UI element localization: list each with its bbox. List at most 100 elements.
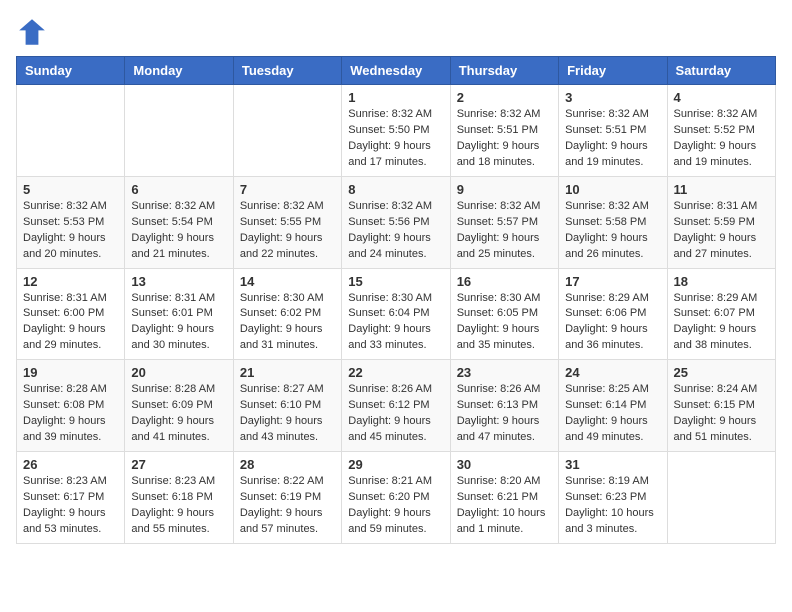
calendar-cell: 14Sunrise: 8:30 AM Sunset: 6:02 PM Dayli… bbox=[233, 268, 341, 360]
calendar-cell bbox=[17, 85, 125, 177]
day-number: 3 bbox=[565, 90, 660, 105]
day-number: 8 bbox=[348, 182, 443, 197]
day-number: 20 bbox=[131, 365, 226, 380]
day-number: 23 bbox=[457, 365, 552, 380]
day-info: Sunrise: 8:20 AM Sunset: 6:21 PM Dayligh… bbox=[457, 474, 552, 538]
calendar-cell: 7 Sunrise: 8:32 AM Sunset: 5:55 PM Daylig… bbox=[233, 176, 341, 268]
day-info: Sunrise: 8:27 AM Sunset: 6:10 PM Dayligh… bbox=[240, 382, 335, 446]
day-info: Sunrise: 8:32 AM Sunset: 5:51 PM Dayligh… bbox=[457, 107, 552, 171]
weekday-header: Tuesday bbox=[233, 57, 341, 85]
calendar-cell: 22 Sunrise: 8:26 AM Sunset: 6:12 PM Dayli… bbox=[342, 360, 450, 452]
day-number: 19 bbox=[23, 365, 118, 380]
weekday-header: Friday bbox=[559, 57, 667, 85]
calendar-cell bbox=[233, 85, 341, 177]
day-number: 7 bbox=[240, 182, 335, 197]
day-number: 22 bbox=[348, 365, 443, 380]
day-info: Sunrise: 8:32 AM Sunset: 5:50 PM Dayligh… bbox=[348, 107, 443, 171]
day-number: 2 bbox=[457, 90, 552, 105]
calendar-cell bbox=[667, 452, 775, 544]
calendar-cell: 1 Sunrise: 8:32 AM Sunset: 5:50 PM Daylig… bbox=[342, 85, 450, 177]
calendar-cell: 20 Sunrise: 8:28 AM Sunset: 6:09 PM Dayli… bbox=[125, 360, 233, 452]
calendar-cell: 5 Sunrise: 8:32 AM Sunset: 5:53 PM Daylig… bbox=[17, 176, 125, 268]
day-info: Sunrise: 8:32 AM Sunset: 5:53 PM Dayligh… bbox=[23, 199, 118, 263]
day-number: 9 bbox=[457, 182, 552, 197]
calendar-cell: 29Sunrise: 8:21 AM Sunset: 6:20 PM Dayli… bbox=[342, 452, 450, 544]
day-info: Sunrise: 8:23 AM Sunset: 6:18 PM Dayligh… bbox=[131, 474, 226, 538]
day-info: Sunrise: 8:29 AM Sunset: 6:07 PM Dayligh… bbox=[674, 291, 769, 355]
day-info: Sunrise: 8:32 AM Sunset: 5:57 PM Dayligh… bbox=[457, 199, 552, 263]
day-info: Sunrise: 8:31 AM Sunset: 5:59 PM Dayligh… bbox=[674, 199, 769, 263]
day-number: 6 bbox=[131, 182, 226, 197]
logo bbox=[16, 16, 52, 48]
calendar-cell: 17 Sunrise: 8:29 AM Sunset: 6:06 PM Dayli… bbox=[559, 268, 667, 360]
calendar-cell: 19 Sunrise: 8:28 AM Sunset: 6:08 PM Dayli… bbox=[17, 360, 125, 452]
day-info: Sunrise: 8:24 AM Sunset: 6:15 PM Dayligh… bbox=[674, 382, 769, 446]
day-info: Sunrise: 8:32 AM Sunset: 5:51 PM Dayligh… bbox=[565, 107, 660, 171]
day-info: Sunrise: 8:26 AM Sunset: 6:12 PM Dayligh… bbox=[348, 382, 443, 446]
day-number: 11 bbox=[674, 182, 769, 197]
calendar-cell: 2 Sunrise: 8:32 AM Sunset: 5:51 PM Daylig… bbox=[450, 85, 558, 177]
calendar-cell: 27 Sunrise: 8:23 AM Sunset: 6:18 PM Dayli… bbox=[125, 452, 233, 544]
day-number: 5 bbox=[23, 182, 118, 197]
calendar-week-row: 5 Sunrise: 8:32 AM Sunset: 5:53 PM Daylig… bbox=[17, 176, 776, 268]
calendar-cell: 6 Sunrise: 8:32 AM Sunset: 5:54 PM Daylig… bbox=[125, 176, 233, 268]
calendar-week-row: 19 Sunrise: 8:28 AM Sunset: 6:08 PM Dayli… bbox=[17, 360, 776, 452]
calendar-cell: 13 Sunrise: 8:31 AM Sunset: 6:01 PM Dayli… bbox=[125, 268, 233, 360]
calendar-week-row: 1 Sunrise: 8:32 AM Sunset: 5:50 PM Daylig… bbox=[17, 85, 776, 177]
calendar-cell: 3 Sunrise: 8:32 AM Sunset: 5:51 PM Daylig… bbox=[559, 85, 667, 177]
day-number: 17 bbox=[565, 274, 660, 289]
weekday-header: Thursday bbox=[450, 57, 558, 85]
day-number: 30 bbox=[457, 457, 552, 472]
calendar-cell: 11 Sunrise: 8:31 AM Sunset: 5:59 PM Dayli… bbox=[667, 176, 775, 268]
day-number: 24 bbox=[565, 365, 660, 380]
weekday-header: Saturday bbox=[667, 57, 775, 85]
day-number: 18 bbox=[674, 274, 769, 289]
calendar-cell: 4Sunrise: 8:32 AM Sunset: 5:52 PM Daylig… bbox=[667, 85, 775, 177]
weekday-header: Wednesday bbox=[342, 57, 450, 85]
day-info: Sunrise: 8:32 AM Sunset: 5:55 PM Dayligh… bbox=[240, 199, 335, 263]
day-info: Sunrise: 8:31 AM Sunset: 6:01 PM Dayligh… bbox=[131, 291, 226, 355]
calendar-cell: 21 Sunrise: 8:27 AM Sunset: 6:10 PM Dayli… bbox=[233, 360, 341, 452]
calendar-cell: 9 Sunrise: 8:32 AM Sunset: 5:57 PM Daylig… bbox=[450, 176, 558, 268]
day-number: 15 bbox=[348, 274, 443, 289]
calendar-cell bbox=[125, 85, 233, 177]
day-number: 27 bbox=[131, 457, 226, 472]
weekday-header: Monday bbox=[125, 57, 233, 85]
day-info: Sunrise: 8:29 AM Sunset: 6:06 PM Dayligh… bbox=[565, 291, 660, 355]
calendar-cell: 25 Sunrise: 8:24 AM Sunset: 6:15 PM Dayli… bbox=[667, 360, 775, 452]
calendar-cell: 16Sunrise: 8:30 AM Sunset: 6:05 PM Dayli… bbox=[450, 268, 558, 360]
calendar-table: SundayMondayTuesdayWednesdayThursdayFrid… bbox=[16, 56, 776, 544]
day-info: Sunrise: 8:28 AM Sunset: 6:08 PM Dayligh… bbox=[23, 382, 118, 446]
page-header bbox=[16, 16, 776, 48]
day-number: 25 bbox=[674, 365, 769, 380]
day-number: 28 bbox=[240, 457, 335, 472]
day-info: Sunrise: 8:32 AM Sunset: 5:54 PM Dayligh… bbox=[131, 199, 226, 263]
day-number: 12 bbox=[23, 274, 118, 289]
logo-icon bbox=[16, 16, 48, 48]
day-number: 29 bbox=[348, 457, 443, 472]
day-info: Sunrise: 8:31 AM Sunset: 6:00 PM Dayligh… bbox=[23, 291, 118, 355]
day-info: Sunrise: 8:32 AM Sunset: 5:56 PM Dayligh… bbox=[348, 199, 443, 263]
calendar-cell: 18 Sunrise: 8:29 AM Sunset: 6:07 PM Dayli… bbox=[667, 268, 775, 360]
day-number: 26 bbox=[23, 457, 118, 472]
day-info: Sunrise: 8:28 AM Sunset: 6:09 PM Dayligh… bbox=[131, 382, 226, 446]
day-info: Sunrise: 8:32 AM Sunset: 5:58 PM Dayligh… bbox=[565, 199, 660, 263]
day-number: 21 bbox=[240, 365, 335, 380]
calendar-cell: 12 Sunrise: 8:31 AM Sunset: 6:00 PM Dayli… bbox=[17, 268, 125, 360]
calendar-cell: 10 Sunrise: 8:32 AM Sunset: 5:58 PM Dayli… bbox=[559, 176, 667, 268]
calendar-cell: 30 Sunrise: 8:20 AM Sunset: 6:21 PM Dayli… bbox=[450, 452, 558, 544]
day-info: Sunrise: 8:30 AM Sunset: 6:05 PM Dayligh… bbox=[457, 291, 552, 355]
calendar-week-row: 26 Sunrise: 8:23 AM Sunset: 6:17 PM Dayli… bbox=[17, 452, 776, 544]
weekday-header: Sunday bbox=[17, 57, 125, 85]
day-number: 13 bbox=[131, 274, 226, 289]
day-number: 10 bbox=[565, 182, 660, 197]
day-number: 1 bbox=[348, 90, 443, 105]
calendar-header-row: SundayMondayTuesdayWednesdayThursdayFrid… bbox=[17, 57, 776, 85]
day-number: 31 bbox=[565, 457, 660, 472]
day-info: Sunrise: 8:23 AM Sunset: 6:17 PM Dayligh… bbox=[23, 474, 118, 538]
day-info: Sunrise: 8:30 AM Sunset: 6:04 PM Dayligh… bbox=[348, 291, 443, 355]
day-info: Sunrise: 8:26 AM Sunset: 6:13 PM Dayligh… bbox=[457, 382, 552, 446]
calendar-cell: 24Sunrise: 8:25 AM Sunset: 6:14 PM Dayli… bbox=[559, 360, 667, 452]
calendar-cell: 15 Sunrise: 8:30 AM Sunset: 6:04 PM Dayli… bbox=[342, 268, 450, 360]
calendar-cell: 23 Sunrise: 8:26 AM Sunset: 6:13 PM Dayli… bbox=[450, 360, 558, 452]
